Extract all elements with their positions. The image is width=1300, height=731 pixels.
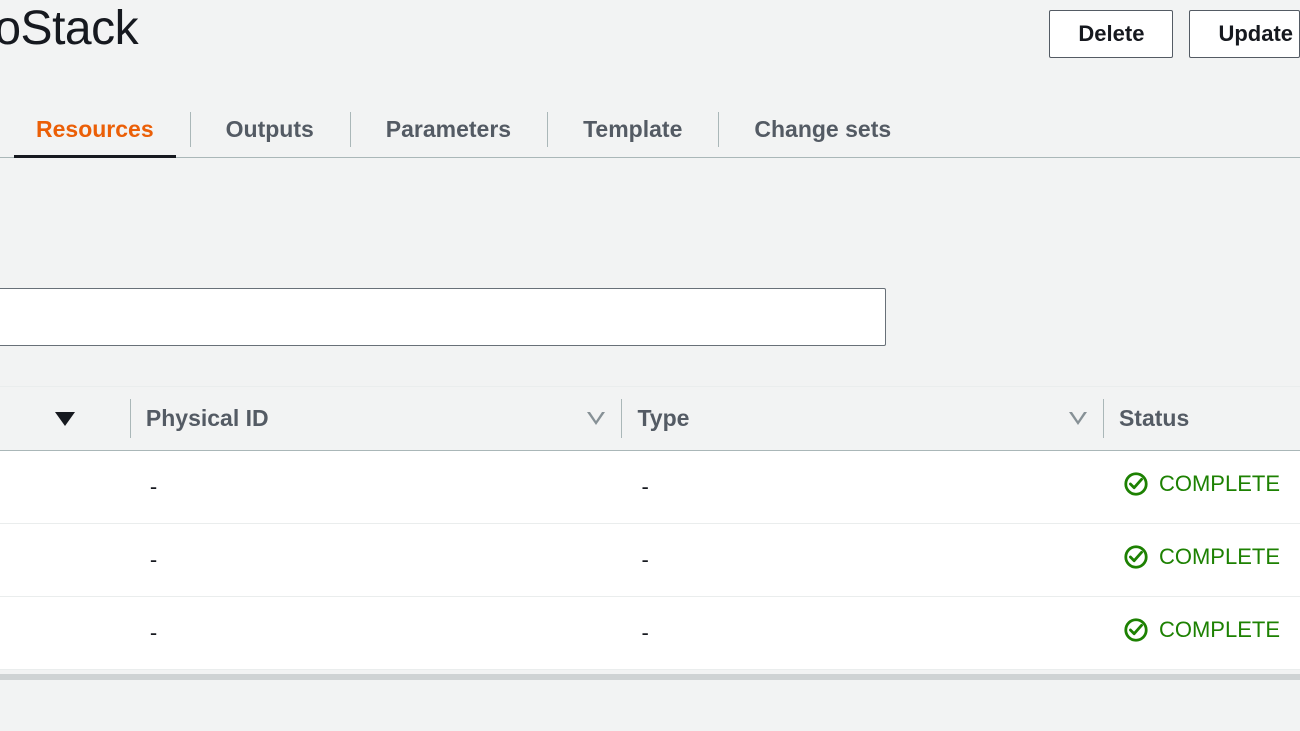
page-header: dioStack Delete Update: [0, 0, 1300, 62]
table-row: - - COMPLETE: [0, 524, 1300, 597]
sort-icon: [1069, 412, 1087, 425]
cell-physical-id: -: [130, 451, 622, 524]
delete-button[interactable]: Delete: [1049, 10, 1173, 58]
column-physical-id[interactable]: Physical ID: [130, 387, 622, 451]
column-sort[interactable]: [0, 387, 130, 451]
cell-type: -: [621, 451, 1103, 524]
column-status-label: Status: [1119, 405, 1189, 432]
tab-bar: Resources Outputs Parameters Template Ch…: [0, 102, 1300, 158]
table-bottom-divider: [0, 674, 1300, 680]
column-type[interactable]: Type: [621, 387, 1103, 451]
tab-change-sets[interactable]: Change sets: [718, 102, 927, 157]
column-physical-id-label: Physical ID: [146, 405, 269, 432]
cell-blank: [0, 597, 130, 670]
status-complete-icon: [1123, 544, 1149, 570]
status-label: COMPLETE: [1159, 471, 1280, 497]
tab-parameters[interactable]: Parameters: [350, 102, 547, 157]
table-row: - - COMPLETE: [0, 597, 1300, 670]
cell-status: COMPLETE: [1103, 524, 1300, 597]
header-actions: Delete Update: [1049, 0, 1300, 58]
panel-gap: [0, 158, 1300, 288]
cell-blank: [0, 524, 130, 597]
sort-icon: [587, 412, 605, 425]
table-header-row: Physical ID Type Status: [0, 387, 1300, 451]
resources-table: Physical ID Type Status - -: [0, 386, 1300, 670]
tab-resources[interactable]: Resources: [0, 102, 190, 157]
column-type-label: Type: [637, 405, 689, 432]
update-button[interactable]: Update: [1189, 10, 1300, 58]
cell-status: COMPLETE: [1103, 597, 1300, 670]
column-status[interactable]: Status: [1103, 387, 1300, 451]
status-complete-icon: [1123, 617, 1149, 643]
cell-blank: [0, 451, 130, 524]
cell-status: COMPLETE: [1103, 451, 1300, 524]
tab-template[interactable]: Template: [547, 102, 718, 157]
cell-type: -: [621, 597, 1103, 670]
page-title: dioStack: [0, 0, 138, 58]
search-input[interactable]: [0, 288, 886, 346]
cell-physical-id: -: [130, 597, 622, 670]
sort-desc-icon: [55, 405, 75, 432]
status-complete-icon: [1123, 471, 1149, 497]
status-label: COMPLETE: [1159, 617, 1280, 643]
cell-type: -: [621, 524, 1103, 597]
cell-physical-id: -: [130, 524, 622, 597]
tab-outputs[interactable]: Outputs: [190, 102, 350, 157]
search-wrap: [0, 288, 1300, 346]
table-body: - - COMPLETE - -: [0, 451, 1300, 670]
table-row: - - COMPLETE: [0, 451, 1300, 524]
status-label: COMPLETE: [1159, 544, 1280, 570]
